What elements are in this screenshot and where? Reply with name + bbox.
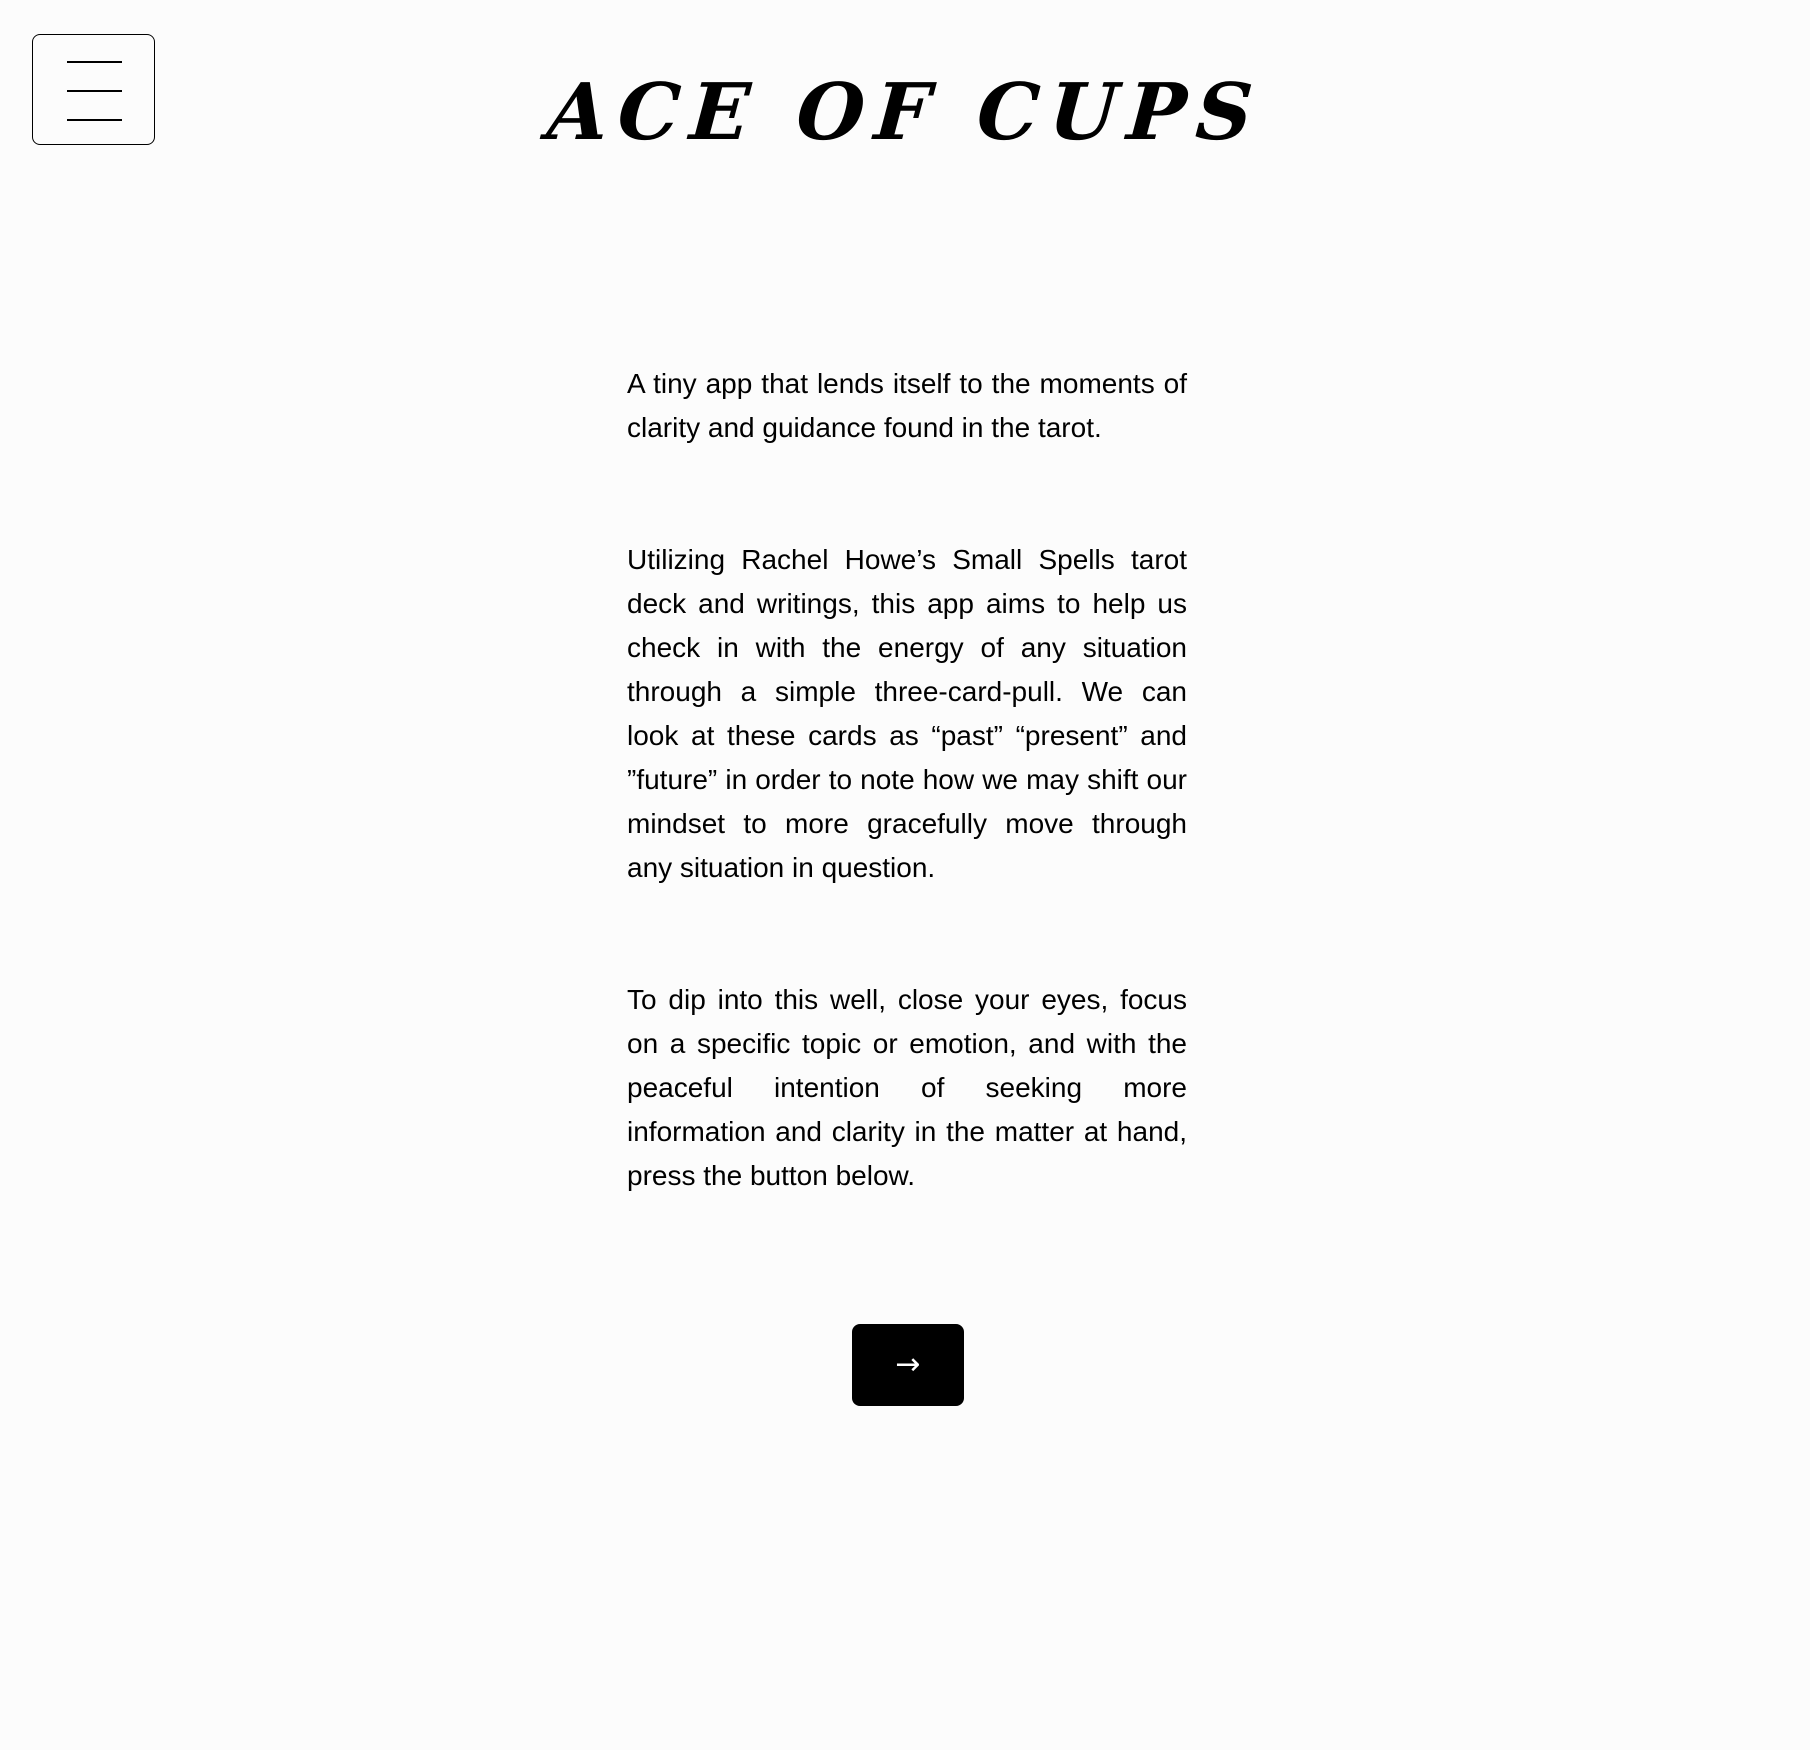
app-logo: ACE OF CUPS <box>544 67 1266 158</box>
intro-paragraph-3: To dip into this well, close your eyes, … <box>627 984 1187 1191</box>
draw-cards-button[interactable]: → <box>852 1324 964 1406</box>
intro-content: A tiny app that lends itself to the mome… <box>627 362 1187 1198</box>
arrow-right-icon: → <box>895 1347 921 1382</box>
intro-paragraph-2: Utilizing Rachel Howe’s Small Spells tar… <box>627 544 1187 883</box>
intro-paragraph-1: A tiny app that lends itself to the mome… <box>627 368 1187 443</box>
